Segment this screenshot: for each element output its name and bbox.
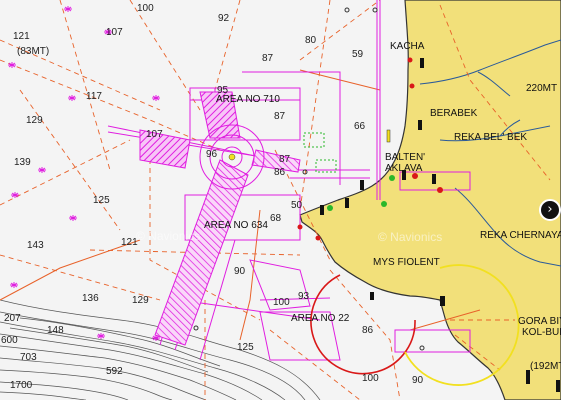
sounding: 129 (132, 295, 149, 306)
sounding: 90 (412, 375, 424, 386)
place-label: MYS FIOLENT (373, 257, 440, 268)
sounding: 600 (1, 335, 18, 346)
place-label: KACHA (390, 41, 425, 52)
sounding: 100 (137, 3, 154, 14)
sounding: 96 (206, 149, 218, 160)
sounding: 136 (82, 293, 99, 304)
sounding: 59 (352, 49, 364, 60)
sounding: 92 (218, 13, 230, 24)
place-label: AKLAVA (385, 163, 423, 174)
sounding: 90 (234, 266, 246, 277)
sounding: 703 (20, 352, 37, 363)
sounding: 121 (13, 31, 30, 42)
chart-canvas (0, 0, 561, 400)
sounding: 68 (270, 213, 282, 224)
sounding: 86 (362, 325, 374, 336)
sounding: 87 (262, 53, 274, 64)
sounding: 117 (86, 91, 102, 102)
sounding: 1700 (10, 380, 33, 391)
sounding: 87 (274, 111, 286, 122)
sounding: 592 (106, 366, 123, 377)
area-label: AREA NO 22 (291, 313, 350, 324)
sounding: 66 (354, 121, 366, 132)
sounding: 80 (305, 35, 317, 46)
place-label: KOL-BUR (522, 327, 561, 338)
sounding: 100 (362, 373, 379, 384)
sounding: 129 (26, 115, 43, 126)
sounding: 107 (146, 129, 163, 140)
navionics-watermark: © Navionics (136, 229, 201, 243)
height-label: 220MT (526, 83, 558, 94)
chevron-right-icon[interactable]: › (539, 199, 561, 221)
place-label: GORA BIY (518, 316, 561, 327)
place-label: REKA BEL' BEK (454, 132, 528, 143)
sounding: 207 (4, 313, 21, 324)
sounding: 125 (237, 342, 254, 353)
nautical-chart[interactable]: 100 92 121 (83MT) 107 87 80 59 117 95 12… (0, 0, 561, 400)
sounding: 148 (47, 325, 64, 336)
place-label: BERABEK (430, 108, 478, 119)
sounding: 93 (298, 291, 310, 302)
area-label: AREA NO 634 (204, 220, 268, 231)
sounding: 100 (273, 297, 290, 308)
area-label: AREA NO 710 (216, 94, 280, 105)
navionics-watermark: © Navionics (378, 230, 443, 244)
sounding: 143 (27, 240, 44, 251)
sounding: 86 (274, 167, 286, 178)
height-label: (192MT (530, 361, 561, 372)
sounding: 50 (291, 200, 303, 211)
place-label: REKA CHERNAYA (480, 230, 561, 241)
sounding: (83MT) (17, 46, 50, 57)
sounding: 125 (93, 195, 110, 206)
sounding: 87 (279, 154, 291, 165)
sounding: 107 (106, 27, 123, 38)
place-label: BALTEN' (385, 152, 426, 163)
sounding: 139 (14, 157, 31, 168)
